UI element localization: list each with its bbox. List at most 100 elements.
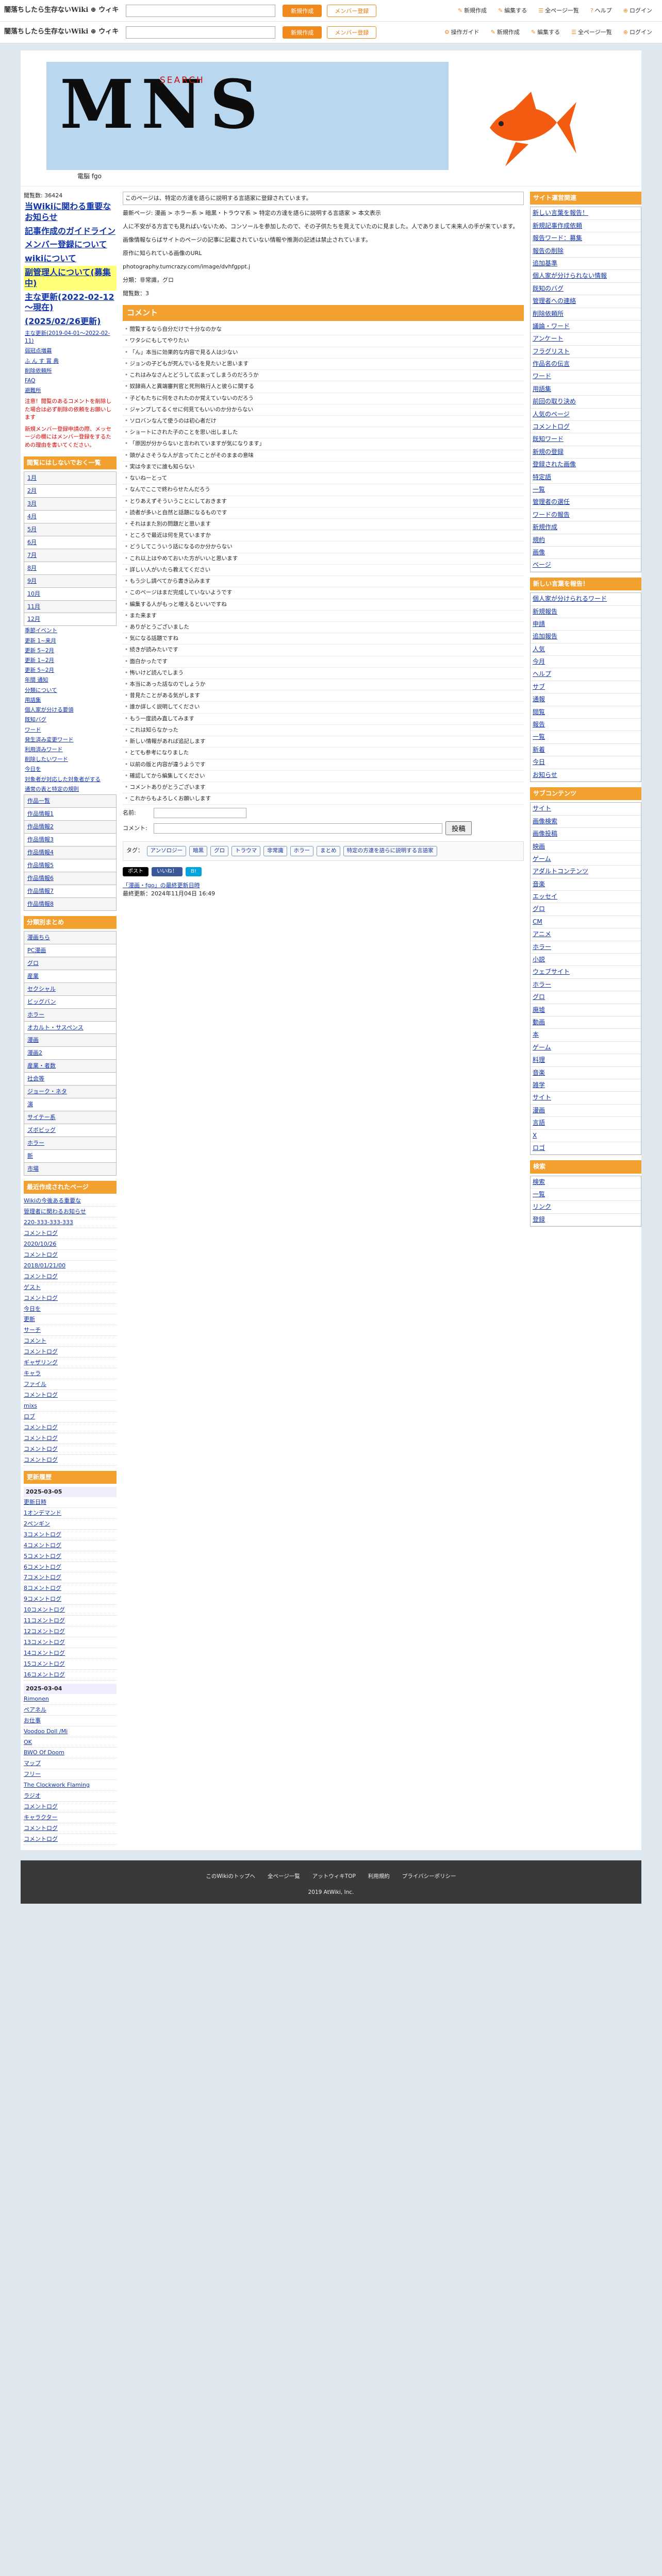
sub-content-item-link[interactable]: ホラー (531, 979, 641, 991)
category-cell[interactable]: ズボビッグ (24, 1124, 117, 1137)
month-cell-link[interactable]: 5月 (27, 526, 37, 533)
month-cell-link[interactable]: 12月 (27, 616, 40, 622)
tag-link[interactable]: トラウマ (231, 846, 261, 856)
history-item-link[interactable]: 更新日時 (24, 1499, 46, 1505)
category-cell-link[interactable]: セクシャル (27, 986, 56, 992)
report-item-link[interactable]: お知らせ (531, 769, 641, 781)
sub-content-item-link[interactable]: 本 (531, 1029, 641, 1041)
report-item-link[interactable]: 新規報告 (531, 606, 641, 618)
work-cell-link[interactable]: 作品情報4 (27, 849, 54, 856)
work-cell[interactable]: 作品情報8 (24, 897, 117, 911)
image-url[interactable]: photography.tumcrazy.com/image/dvhfgppt.… (123, 263, 524, 271)
history-item-link[interactable]: フリー (24, 1771, 41, 1777)
site-ops-item-link[interactable]: 一覧 (531, 484, 641, 496)
history-item-link[interactable]: 5コメントログ (24, 1553, 61, 1560)
month-cell[interactable]: 7月 (24, 548, 117, 562)
category-cell-link[interactable]: 漫画 (27, 1037, 39, 1043)
sub-content-item-link[interactable]: サイト (531, 1092, 641, 1104)
site-ops-item-link[interactable]: ワードの報告 (531, 509, 641, 521)
share-button[interactable]: いいね！ (152, 867, 183, 877)
sub-content-item-link[interactable]: 音楽 (531, 1067, 641, 1079)
category-cell[interactable]: サイテー系 (24, 1111, 117, 1124)
report-item-link[interactable]: 報告 (531, 719, 641, 731)
sub-content-item-link[interactable]: 廃墟 (531, 1004, 641, 1016)
site-ops-item-link[interactable]: 規約 (531, 534, 641, 546)
report-item-link[interactable]: 人気 (531, 643, 641, 655)
site-ops-item-link[interactable]: 前回の取り決め (531, 396, 641, 408)
guide-link[interactable]: 既知バグ (24, 715, 117, 725)
guide-link[interactable]: 対象者が対応した対象者がする (24, 775, 117, 785)
work-cell-link[interactable]: 作品情報5 (27, 862, 54, 869)
sub-content-item-link[interactable]: アニメ (531, 928, 641, 940)
category-cell-link[interactable]: 新 (27, 1153, 33, 1159)
month-cell[interactable]: 3月 (24, 497, 117, 511)
history-item-link[interactable]: マップ (24, 1760, 41, 1767)
category-cell[interactable]: 漫画ちら (24, 930, 117, 944)
category-cell[interactable]: 漫画 (24, 1033, 117, 1047)
recent-item-link[interactable]: 2018/01/21/00 (24, 1262, 65, 1269)
history-item-link[interactable]: Rimonen (24, 1696, 49, 1702)
top-nav-item[interactable]: ☰ 全ページ一覧 (533, 7, 585, 15)
history-item-link[interactable]: 8コメントログ (24, 1585, 61, 1591)
footer-link[interactable]: このWikiのトップへ (206, 1873, 255, 1879)
important-link[interactable]: (2025/02/26更新) (24, 315, 117, 329)
category-cell-link[interactable]: 産業・者数 (27, 1062, 56, 1069)
top-nav-item[interactable]: ☰ 全ページ一覧 (566, 28, 618, 37)
sub-content-item-link[interactable]: グロ (531, 903, 641, 915)
guide-link[interactable]: 通常の表と特定の規則 (24, 785, 117, 794)
site-ops-item-link[interactable]: 登録された画像 (531, 459, 641, 470)
sub-content-item-link[interactable]: ゲーム (531, 853, 641, 865)
top-nav-item[interactable]: ⊕ ログイン (618, 7, 658, 15)
site-ops-item-link[interactable]: 削除依頼所 (531, 308, 641, 320)
name-input[interactable] (154, 808, 246, 819)
footer-link[interactable]: 利用規約 (368, 1873, 390, 1879)
sub-content-item-link[interactable]: 動画 (531, 1016, 641, 1028)
share-button[interactable]: B! (186, 867, 202, 877)
month-cell-link[interactable]: 7月 (27, 552, 37, 558)
search-input[interactable] (126, 4, 276, 17)
history-item-link[interactable]: The Clockwork Flaming (24, 1782, 90, 1788)
category-cell[interactable]: ビッグバン (24, 995, 117, 1009)
month-cell-link[interactable]: 8月 (27, 565, 37, 571)
misc-link[interactable]: 年間 通知 (24, 675, 117, 685)
history-item-link[interactable]: 6コメントログ (24, 1564, 61, 1570)
report-item-link[interactable]: 通報 (531, 693, 641, 705)
sub-content-item-link[interactable]: サイト (531, 803, 641, 815)
history-item-link[interactable]: 9コメントログ (24, 1596, 61, 1602)
recent-item-link[interactable]: ギャザリング (24, 1359, 58, 1366)
work-cell-link[interactable]: 作品情報2 (27, 823, 54, 830)
recent-item-link[interactable]: コメントログ (24, 1230, 58, 1236)
recent-item-link[interactable]: コメントログ (24, 1273, 58, 1280)
site-ops-item-link[interactable]: 個人家が分けられない情報 (531, 270, 641, 282)
recent-item-link[interactable]: 更新 (24, 1316, 35, 1323)
category-cell-link[interactable]: ビッグバン (27, 998, 56, 1005)
recent-item-link[interactable]: コメントログ (24, 1251, 58, 1258)
category-cell-link[interactable]: ジョーク・ネタ (27, 1088, 67, 1095)
history-item-link[interactable]: 2ペンギン (24, 1520, 50, 1527)
report-item-link[interactable]: 申請 (531, 618, 641, 630)
month-cell-link[interactable]: 10月 (27, 590, 40, 597)
site-ops-item-link[interactable]: 報告ワード：募集 (531, 232, 641, 244)
banner-image[interactable]: MNS SEARCH (46, 62, 449, 170)
history-item-link[interactable]: 11コメントログ (24, 1617, 65, 1624)
submit-button[interactable]: 投稿 (445, 821, 472, 836)
guide-link[interactable]: 個人家が分ける要領 (24, 705, 117, 715)
history-item-link[interactable]: 16コメントログ (24, 1671, 65, 1678)
category-cell-link[interactable]: ホラー (27, 1140, 44, 1146)
footer-link[interactable]: 全ページ一覧 (268, 1873, 300, 1879)
sub-content-item-link[interactable]: X (531, 1130, 641, 1142)
site-ops-item-link[interactable]: 管理者の選任 (531, 496, 641, 508)
guide-link[interactable]: 今日を (24, 765, 117, 774)
month-cell[interactable]: 1月 (24, 471, 117, 485)
history-item-link[interactable]: 13コメントログ (24, 1639, 65, 1646)
top-nav-item[interactable]: ✎ 編集する (492, 7, 533, 15)
search-input-2[interactable] (126, 26, 276, 39)
sub-content-item-link[interactable]: エッセイ (531, 891, 641, 903)
site-logo-2[interactable]: 闇落ちしたら生存ないWiki ⊕ ウィキ (4, 27, 119, 37)
category-cell[interactable]: セクシャル (24, 982, 117, 996)
site-ops-item-link[interactable]: 画像 (531, 547, 641, 558)
recent-item-link[interactable]: サーチ (24, 1327, 41, 1333)
update-link[interactable]: 避難所 (24, 386, 117, 396)
month-cell-link[interactable]: 4月 (27, 513, 37, 520)
create-button[interactable]: 新規作成 (283, 4, 322, 17)
